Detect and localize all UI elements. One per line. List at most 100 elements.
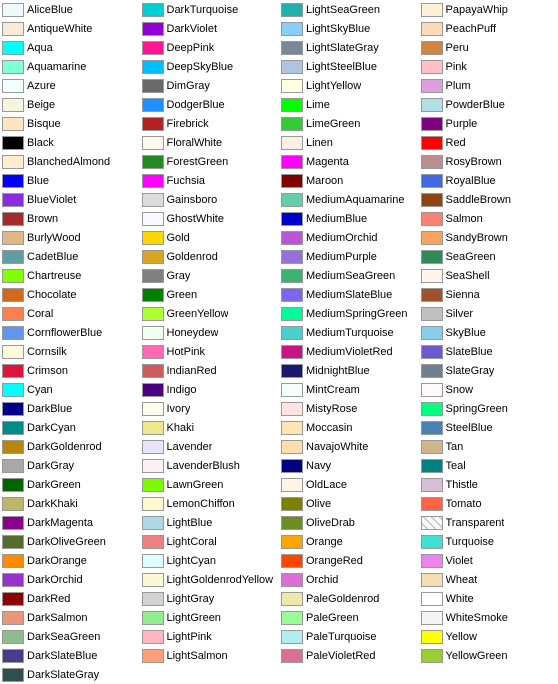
color-swatch: [281, 649, 303, 663]
color-row: Goldenrod: [140, 247, 280, 266]
color-swatch: [421, 630, 443, 644]
color-name-label: DeepSkyBlue: [167, 61, 234, 73]
color-row: MediumPurple: [279, 247, 419, 266]
color-row: Turquoise: [419, 532, 558, 551]
color-row: GhostWhite: [140, 209, 280, 228]
color-name-label: Goldenrod: [167, 251, 218, 263]
color-name-label: OliveDrab: [306, 517, 355, 529]
color-name-label: Aquamarine: [27, 61, 86, 73]
color-swatch: [281, 630, 303, 644]
color-name-label: CadetBlue: [27, 251, 78, 263]
color-swatch: [142, 611, 164, 625]
color-row: DarkSeaGreen: [0, 627, 140, 646]
color-name-label: LightCoral: [167, 536, 217, 548]
color-row: LawnGreen: [140, 475, 280, 494]
color-row: MediumVioletRed: [279, 342, 419, 361]
color-row: Salmon: [419, 209, 558, 228]
color-row: LightSteelBlue: [279, 57, 419, 76]
color-swatch: [281, 250, 303, 264]
color-swatch: [281, 345, 303, 359]
color-swatch: [142, 516, 164, 530]
color-row: Purple: [419, 114, 558, 133]
color-name-label: LightPink: [167, 631, 212, 643]
color-row: Fuchsia: [140, 171, 280, 190]
color-row: DarkGreen: [0, 475, 140, 494]
color-name-label: CornflowerBlue: [27, 327, 102, 339]
color-name-label: MediumPurple: [306, 251, 377, 263]
color-name-label: LightSteelBlue: [306, 61, 377, 73]
color-name-label: Maroon: [306, 175, 343, 187]
color-name-label: DarkOliveGreen: [27, 536, 106, 548]
color-swatch: [421, 136, 443, 150]
color-name-label: Gray: [167, 270, 191, 282]
color-name-label: MediumBlue: [306, 213, 367, 225]
color-name-label: YellowGreen: [446, 650, 508, 662]
color-name-label: Tan: [446, 441, 464, 453]
color-name-label: LawnGreen: [167, 479, 224, 491]
color-row: Gold: [140, 228, 280, 247]
color-name-label: LightSlateGray: [306, 42, 379, 54]
color-row: AntiqueWhite: [0, 19, 140, 38]
color-swatch: [421, 155, 443, 169]
color-swatch: [2, 649, 24, 663]
color-name-label: MediumSlateBlue: [306, 289, 392, 301]
color-swatch: [142, 649, 164, 663]
color-name-label: DarkKhaki: [27, 498, 78, 510]
color-name-label: Orange: [306, 536, 343, 548]
color-name-label: Thistle: [446, 479, 478, 491]
color-name-label: LightGray: [167, 593, 215, 605]
color-swatch: [142, 497, 164, 511]
color-swatch: [142, 288, 164, 302]
color-name-label: Blue: [27, 175, 49, 187]
color-row: Gray: [140, 266, 280, 285]
color-name-label: DarkGoldenrod: [27, 441, 102, 453]
color-row: PaleVioletRed: [279, 646, 419, 665]
color-swatch: [2, 478, 24, 492]
color-name-label: PeachPuff: [446, 23, 497, 35]
color-swatch: [421, 60, 443, 74]
color-name-label: LightSeaGreen: [306, 4, 380, 16]
color-swatch: [421, 364, 443, 378]
color-row: Blue: [0, 171, 140, 190]
color-name-label: Snow: [446, 384, 474, 396]
color-swatch: [2, 307, 24, 321]
color-swatch: [421, 345, 443, 359]
color-swatch: [421, 516, 443, 530]
color-swatch: [2, 402, 24, 416]
color-name-label: GreenYellow: [167, 308, 229, 320]
color-row: Lime: [279, 95, 419, 114]
color-name-label: LavenderBlush: [167, 460, 240, 472]
color-name-label: Gainsboro: [167, 194, 218, 206]
color-swatch: [2, 174, 24, 188]
color-row: RoyalBlue: [419, 171, 558, 190]
color-swatch: [281, 611, 303, 625]
color-swatch: [281, 155, 303, 169]
color-swatch: [142, 250, 164, 264]
color-name-label: GhostWhite: [167, 213, 224, 225]
color-swatch: [142, 3, 164, 17]
color-row: Silver: [419, 304, 558, 323]
column-3: PapayaWhipPeachPuffPeruPinkPlumPowderBlu…: [419, 0, 558, 684]
color-swatch: [2, 497, 24, 511]
color-name-label: RoyalBlue: [446, 175, 496, 187]
color-name-label: AliceBlue: [27, 4, 73, 16]
color-row: Thistle: [419, 475, 558, 494]
color-row: LavenderBlush: [140, 456, 280, 475]
color-name-label: MidnightBlue: [306, 365, 370, 377]
color-row: DodgerBlue: [140, 95, 280, 114]
color-swatch: [281, 383, 303, 397]
color-swatch: [142, 117, 164, 131]
color-swatch: [142, 383, 164, 397]
color-row: MediumOrchid: [279, 228, 419, 247]
color-swatch: [421, 193, 443, 207]
color-row: BlueViolet: [0, 190, 140, 209]
color-name-label: Yellow: [446, 631, 477, 643]
color-row: SaddleBrown: [419, 190, 558, 209]
color-name-label: Indigo: [167, 384, 197, 396]
color-swatch: [281, 212, 303, 226]
color-row: LightBlue: [140, 513, 280, 532]
color-name-label: Azure: [27, 80, 56, 92]
color-swatch: [142, 554, 164, 568]
color-swatch: [142, 573, 164, 587]
color-row: Ivory: [140, 399, 280, 418]
